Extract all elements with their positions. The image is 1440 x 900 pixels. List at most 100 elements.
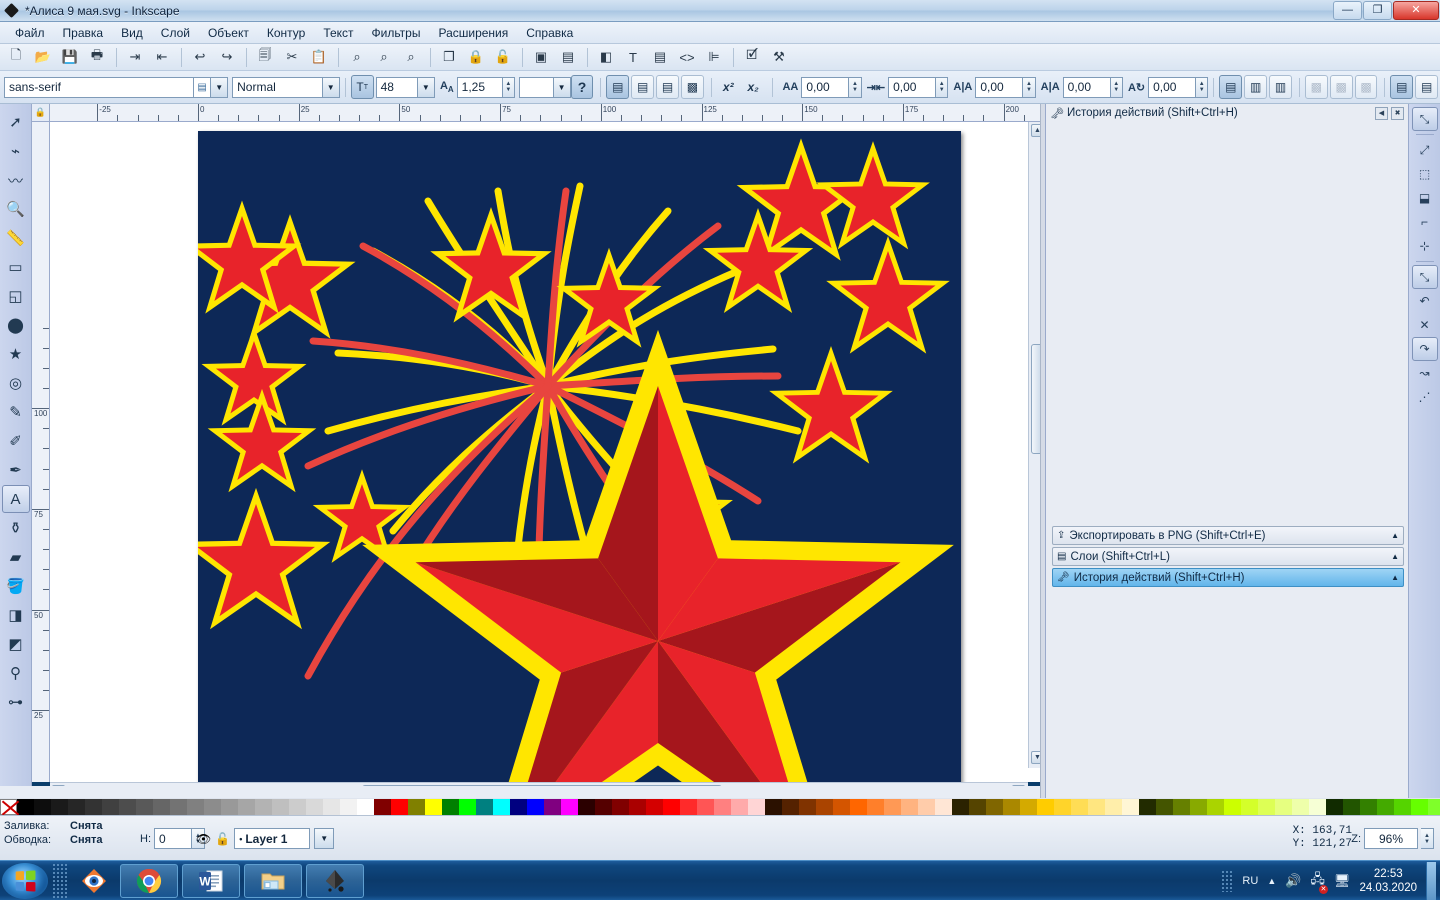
fill-stroke-icon[interactable]: ◧ [593,45,619,69]
star-tool[interactable]: ★ [2,340,30,368]
menu-view[interactable]: Вид [112,24,152,42]
palette-swatch[interactable] [867,798,884,815]
subscript-icon[interactable]: x₂ [742,75,765,99]
palette-swatch[interactable] [901,798,918,815]
palette-swatch[interactable] [510,798,527,815]
palette-swatch[interactable] [391,798,408,815]
svg-page[interactable] [181,131,961,782]
palette-swatch[interactable] [85,798,102,815]
palette-swatch[interactable] [1343,798,1360,815]
palette-swatch[interactable] [17,798,34,815]
line-spacing-unit-dropdown[interactable]: ▼ [553,76,571,98]
new-document-icon[interactable]: 🗋 [3,45,29,69]
snap-path-intersections-icon[interactable]: ✕ [1412,313,1438,337]
character-rotation-stepper[interactable]: ▲ ▼ [1196,76,1209,98]
writing-mode-vertical-lr-icon[interactable]: ▥ [1269,75,1292,99]
palette-swatch[interactable] [221,798,238,815]
palette-swatch[interactable] [119,798,136,815]
palette-swatch[interactable] [68,798,85,815]
network-icon[interactable]: 🖧 ✕ [1310,870,1328,894]
taskbar-app-explorer[interactable] [244,863,302,898]
canvas[interactable] [50,122,1045,782]
palette-swatch[interactable] [238,798,255,815]
measure-tool[interactable]: 📏 [2,224,30,252]
bucket-fill-tool[interactable]: 🪣 [2,572,30,600]
zoom-stepper[interactable]: ▲ ▼ [1421,828,1434,849]
palette-swatch[interactable] [969,798,986,815]
palette-swatch[interactable] [1394,798,1411,815]
line-spacing-input[interactable]: 1,25 [456,76,503,98]
line-spacing-unit-input[interactable] [518,76,554,98]
preferences-icon[interactable]: 🗹 [739,45,765,69]
snap-cusp-nodes-icon[interactable]: ↷ [1411,337,1438,361]
palette-swatch[interactable] [748,798,765,815]
palette-swatch[interactable] [34,798,51,815]
character-rotation-input[interactable]: 0,00 [1148,76,1197,98]
rectangle-tool[interactable]: ▭ [2,253,30,281]
font-family-dropdown[interactable]: ▼ [211,76,229,98]
palette-swatch[interactable] [731,798,748,815]
palette-swatch[interactable] [1071,798,1088,815]
taskbar-app-faststone[interactable] [72,864,116,898]
mesh-gradient-tool[interactable]: ◩ [2,630,30,658]
history-close-button[interactable]: ✖ [1391,106,1404,120]
font-style-dropdown[interactable]: ▼ [322,76,340,98]
palette-swatch[interactable] [493,798,510,815]
palette-swatch[interactable] [918,798,935,815]
gradient-tool[interactable]: ◨ [2,601,30,629]
palette-swatch[interactable] [816,798,833,815]
connector-tool[interactable]: ⊶ [2,688,30,716]
palette-swatch[interactable] [102,798,119,815]
line-spacing-stepper[interactable]: ▲ ▼ [502,76,516,98]
palette-swatch[interactable] [340,798,357,815]
print-icon[interactable]: 🖶 [84,45,110,69]
horizontal-kerning-stepper[interactable]: ▲ ▼ [1023,76,1036,98]
copy-icon[interactable]: 🗐 [252,45,278,69]
palette-swatch[interactable] [1224,798,1241,815]
palette-swatch[interactable] [357,798,374,815]
menu-layer[interactable]: Слой [152,24,199,42]
palette-swatch[interactable] [1003,798,1020,815]
snap-bbox-edges-icon[interactable]: ⬚ [1412,162,1438,186]
volume-icon[interactable]: 🔊 [1285,873,1301,889]
palette-swatch[interactable] [170,798,187,815]
text-orientation-sideways-icon[interactable]: ▩ [1354,75,1378,99]
palette-swatch[interactable] [663,798,680,815]
text-direction-rtl-icon[interactable]: ▤ [1415,75,1439,99]
zoom-input[interactable]: 96% [1364,828,1418,849]
snap-path-icon[interactable]: ↶ [1412,289,1438,313]
word-spacing-stepper[interactable]: ▲ ▼ [936,76,949,98]
palette-swatch[interactable] [408,798,425,815]
palette-swatch[interactable] [986,798,1003,815]
paste-icon[interactable]: 📋 [306,45,332,69]
bezier-tool[interactable]: ✐ [2,427,30,455]
align-distribute-icon[interactable]: ⊫ [701,45,727,69]
menu-text[interactable]: Текст [314,24,362,42]
palette-swatch[interactable] [765,798,782,815]
clock[interactable]: 22:53 24.03.2020 [1359,867,1417,895]
selector-tool[interactable]: ➚ [2,108,30,136]
palette-swatch[interactable] [1275,798,1292,815]
save-document-icon[interactable]: 💾 [57,45,83,69]
spiral-tool[interactable]: ◎ [2,369,30,397]
quick-launch-handle[interactable] [52,862,68,899]
palette-swatch[interactable] [1020,798,1037,815]
spray-tool[interactable]: ⚱ [2,514,30,542]
align-right-icon[interactable]: ▤ [656,75,679,99]
palette-swatch[interactable] [1139,798,1156,815]
text-orientation-upright-icon[interactable]: ▩ [1329,75,1353,99]
font-style-input[interactable]: Normal [232,76,323,98]
palette-swatch[interactable] [255,798,272,815]
export-icon[interactable]: ⇤ [149,45,175,69]
palette-swatch[interactable] [476,798,493,815]
group-icon[interactable]: 🔒 [463,45,489,69]
font-size-dropdown[interactable]: ▼ [417,76,435,98]
zoom-tool[interactable]: 🔍 [2,195,30,223]
palette-swatch[interactable] [1326,798,1343,815]
vertical-ruler[interactable]: 25 50 75 100 [32,122,50,782]
action-center-icon[interactable]: 🖥 [1334,873,1351,889]
palette-swatch[interactable] [1088,798,1105,815]
open-document-icon[interactable]: 📂 [30,45,56,69]
palette-swatch[interactable] [1190,798,1207,815]
palette-swatch[interactable] [782,798,799,815]
